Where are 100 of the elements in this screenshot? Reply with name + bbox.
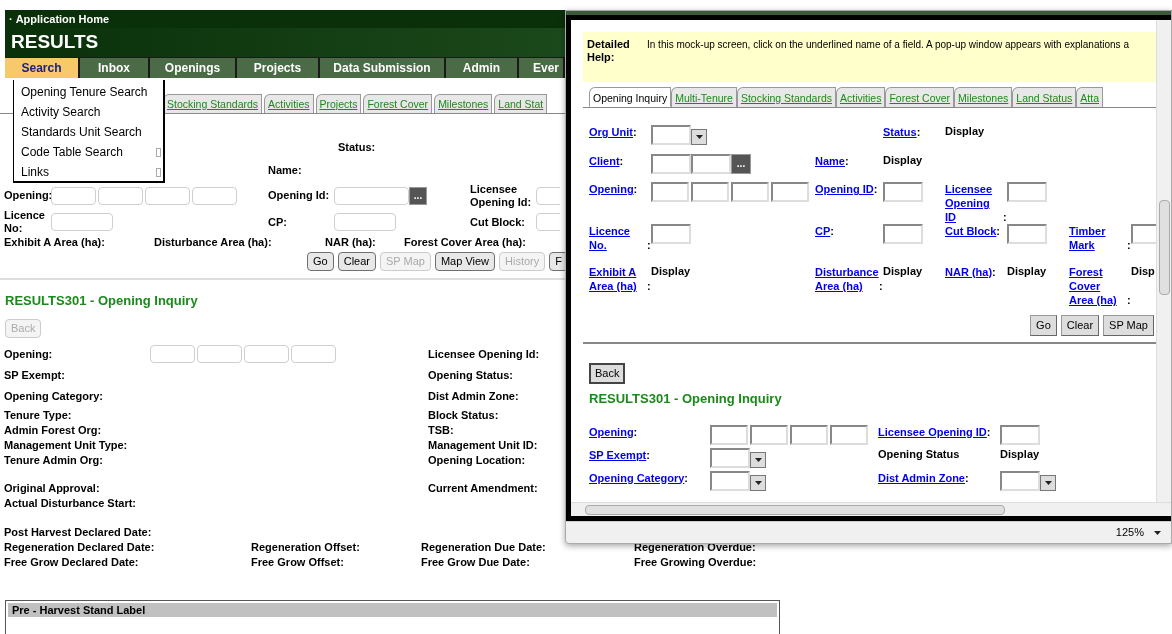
lookup-button[interactable]: ... <box>409 186 427 205</box>
text-input[interactable] <box>651 182 689 202</box>
text-input[interactable] <box>334 213 396 231</box>
page-tab[interactable]: Multi-Tenure <box>671 87 737 107</box>
breadcrumb-link[interactable]: Application Home <box>15 10 110 28</box>
label-colon: : <box>633 183 638 195</box>
page-tab[interactable]: Stocking Standards <box>736 87 836 107</box>
menu-item[interactable]: Links <box>21 163 49 181</box>
text-input[interactable] <box>1000 424 1040 445</box>
field-link[interactable]: Licensee Opening ID <box>878 424 987 439</box>
field-link[interactable]: Exhibit A Area (ha) <box>589 265 647 293</box>
nav-tab[interactable]: Projects <box>237 58 318 78</box>
action-button[interactable]: Clear <box>1060 315 1100 336</box>
bullet-text: · <box>9 11 13 27</box>
page-tab[interactable]: Activities <box>264 94 314 113</box>
field-link[interactable]: Opening <box>589 424 634 439</box>
select-field[interactable] <box>710 447 766 468</box>
text-input[interactable] <box>750 424 788 445</box>
page-tab[interactable]: Opening Inquiry <box>589 87 672 107</box>
field-link[interactable]: Licensee Opening ID <box>945 182 1003 224</box>
text-input[interactable] <box>651 154 691 174</box>
text-input[interactable] <box>98 186 143 205</box>
page-tab[interactable]: Land Status <box>1012 87 1077 107</box>
caret-icon <box>695 135 703 139</box>
text-input[interactable] <box>197 345 242 363</box>
back-button[interactable]: Back <box>589 362 626 384</box>
text-input[interactable] <box>883 224 923 244</box>
label-colon: : <box>879 280 883 292</box>
text-input[interactable] <box>291 345 336 363</box>
field-label: Exhibit A Area (ha): <box>3 236 106 249</box>
action-button[interactable]: Clear <box>337 251 376 271</box>
field-link[interactable]: Disturbance Area (ha) <box>815 265 879 293</box>
text-input[interactable] <box>334 186 409 205</box>
field-link[interactable]: Client <box>589 154 620 168</box>
field-label: Admin Forest Org: <box>3 423 103 437</box>
text-input[interactable] <box>244 345 289 363</box>
field-link[interactable]: Opening ID <box>815 182 874 196</box>
page-tab[interactable]: Land Stat <box>494 94 548 113</box>
text-input[interactable] <box>145 186 190 205</box>
page-tab[interactable]: Atta <box>1076 87 1104 107</box>
action-button[interactable]: Go <box>307 251 334 271</box>
page-tab[interactable]: Milestones <box>434 94 493 113</box>
label-colon: : <box>992 266 996 278</box>
text-input[interactable] <box>830 424 868 445</box>
text-input[interactable] <box>1007 182 1047 202</box>
page-tab[interactable]: Stocking Standards <box>163 94 263 113</box>
field-link[interactable]: Licence No. <box>589 224 647 252</box>
select-field[interactable] <box>651 125 707 145</box>
field-link[interactable]: Timber Mark <box>1069 224 1127 252</box>
text-input[interactable] <box>51 186 96 205</box>
field-label: Free Grow Due Date: <box>420 555 531 569</box>
text-input[interactable] <box>691 182 729 202</box>
menu-item[interactable]: Code Table Search <box>21 143 123 161</box>
lookup-button[interactable]: ... <box>731 154 751 174</box>
text-input[interactable] <box>883 182 923 202</box>
horizontal-scrollbar[interactable] <box>571 502 1171 516</box>
nav-tab[interactable]: Inbox <box>80 58 148 78</box>
label-colon: : <box>830 225 834 237</box>
nav-tab[interactable]: Admin <box>446 58 517 78</box>
action-button[interactable]: Go <box>1030 315 1057 336</box>
menu-item[interactable]: Opening Tenure Search <box>21 83 148 101</box>
text-input[interactable] <box>150 345 195 363</box>
field-link[interactable]: Opening <box>589 182 634 196</box>
field-link[interactable]: Status <box>883 125 917 139</box>
nav-tab[interactable]: Openings <box>150 58 235 78</box>
label-colon: : <box>633 126 637 138</box>
page-tab[interactable]: Milestones <box>954 87 1013 107</box>
action-button[interactable]: Map View <box>434 251 496 271</box>
zoom-level[interactable]: 125% <box>1115 524 1144 541</box>
action-button[interactable]: SP Map <box>1103 315 1154 336</box>
text-input[interactable] <box>731 182 769 202</box>
select-field[interactable] <box>710 470 766 491</box>
menu-item[interactable]: Activity Search <box>21 103 101 121</box>
nav-tab[interactable]: Data Submission <box>320 58 444 78</box>
caret-icon[interactable] <box>1154 530 1161 535</box>
field-label: Free Grow Offset: <box>250 555 345 569</box>
field-label: Status: <box>337 140 377 154</box>
text-input[interactable] <box>790 424 828 445</box>
menu-item[interactable]: Standards Unit Search <box>21 123 142 141</box>
page-tab[interactable]: Forest Cover <box>885 87 955 107</box>
nav-tab[interactable]: Ever <box>519 58 563 78</box>
text-input[interactable] <box>771 182 809 202</box>
label-colon: : <box>873 183 878 195</box>
field-link[interactable]: Forest Cover Area (ha) <box>1069 265 1127 307</box>
vertical-scrollbar[interactable] <box>1156 20 1171 502</box>
text-input[interactable] <box>192 186 237 205</box>
field-label: Licensee Opening Id: <box>427 347 541 361</box>
field-link[interactable]: Name <box>815 154 845 168</box>
field-link[interactable]: Dist Admin Zone <box>878 470 965 485</box>
nav-tab[interactable]: Search <box>5 58 78 78</box>
page-tab[interactable]: Projects <box>315 94 362 113</box>
field-link[interactable]: Org Unit <box>589 125 633 139</box>
text-input[interactable] <box>691 154 731 174</box>
page-tab[interactable]: Forest Cover <box>363 94 433 113</box>
select-field[interactable] <box>1000 470 1056 491</box>
text-input[interactable] <box>1007 224 1047 244</box>
text-input[interactable] <box>51 213 113 231</box>
page-tab[interactable]: Activities <box>836 87 886 107</box>
text-input[interactable] <box>710 424 748 445</box>
text-input[interactable] <box>651 224 691 244</box>
